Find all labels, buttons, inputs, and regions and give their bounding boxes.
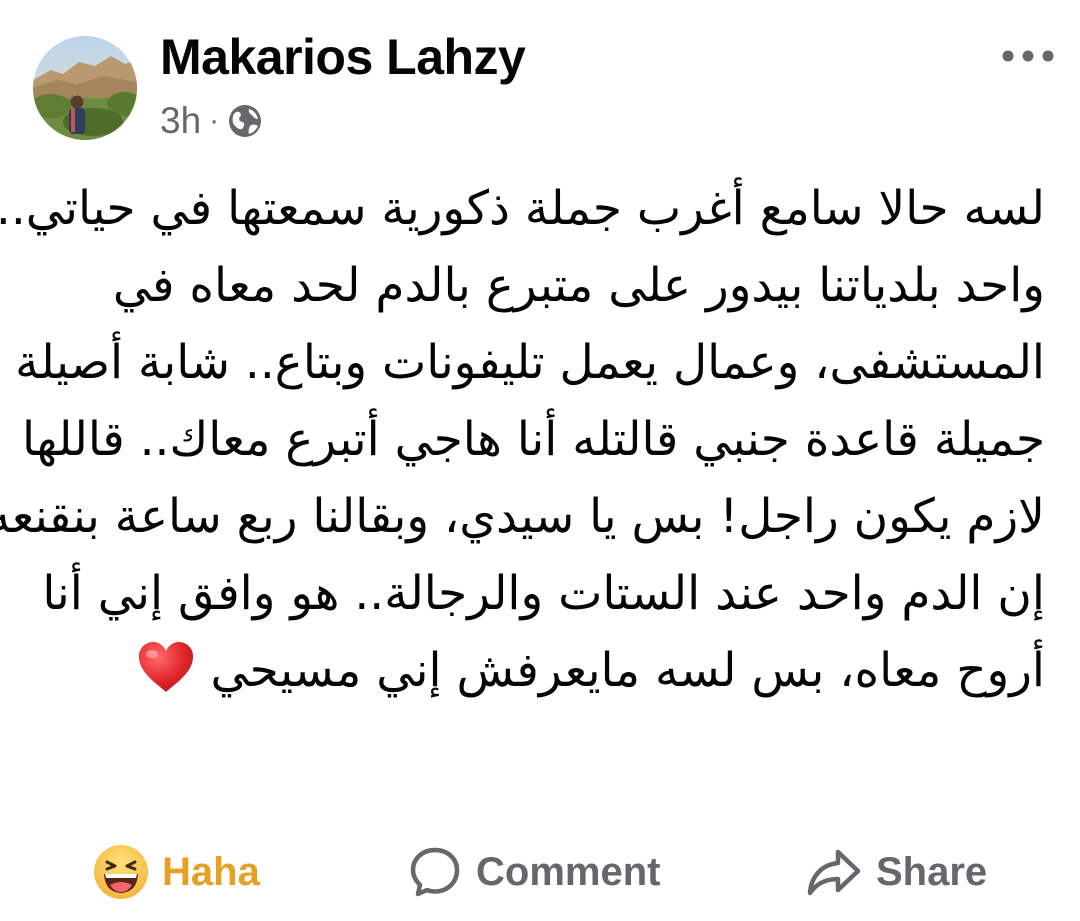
meta-separator: · (209, 104, 220, 137)
post-text-line: جميلة قاعدة جنبي قالتله أنا هاجي أتبرع م… (22, 412, 1045, 467)
red-heart-icon (136, 640, 196, 717)
post-timestamp[interactable]: 3h (160, 100, 201, 142)
author-avatar[interactable] (33, 36, 137, 140)
haha-label: Haha (162, 849, 260, 894)
post-text-line-last: أروح معاه، بس لسه مايعرفش إني مسيحي (30, 632, 1045, 717)
comment-label: Comment (476, 849, 661, 894)
haha-reaction-button[interactable]: Haha (92, 832, 260, 912)
post-text-line: إن الدم واحد عند الستات والرجالة.. هو وا… (42, 566, 1045, 621)
more-options-icon (1002, 50, 1054, 62)
post-text-line: المستشفى، وعمال يعمل تليفونات وبتاع.. شا… (15, 335, 1045, 390)
more-options-button[interactable] (998, 38, 1058, 74)
author-name[interactable]: Makarios Lahzy (160, 26, 526, 88)
post-text-line: أروح معاه، بس لسه مايعرفش إني مسيحي (210, 643, 1045, 698)
post-text-line: لسه حالا سامع أغرب جملة ذكورية سمعتها في… (0, 181, 1045, 236)
haha-emoji-icon (94, 845, 148, 899)
comment-bubble-icon (410, 847, 460, 897)
share-button[interactable]: Share (806, 832, 987, 912)
share-label: Share (876, 849, 988, 894)
facebook-post: Makarios Lahzy 3h · لسه حالا سامع أغرب ج… (0, 0, 1080, 921)
post-text: لسه حالا سامع أغرب جملة ذكورية سمعتها في… (0, 170, 1045, 717)
share-arrow-icon (807, 849, 861, 896)
globe-icon[interactable] (227, 103, 263, 139)
post-text-line: لازم يكون راجل! بس يا سيدي، وبقالنا ربع … (0, 489, 1045, 544)
post-action-bar: Haha Comment Share (0, 832, 1080, 912)
post-text-line: واحد بلدياتنا بيدور على متبرع بالدم لحد … (112, 258, 1045, 313)
comment-button[interactable]: Comment (408, 832, 660, 912)
post-meta: 3h · (160, 96, 263, 146)
